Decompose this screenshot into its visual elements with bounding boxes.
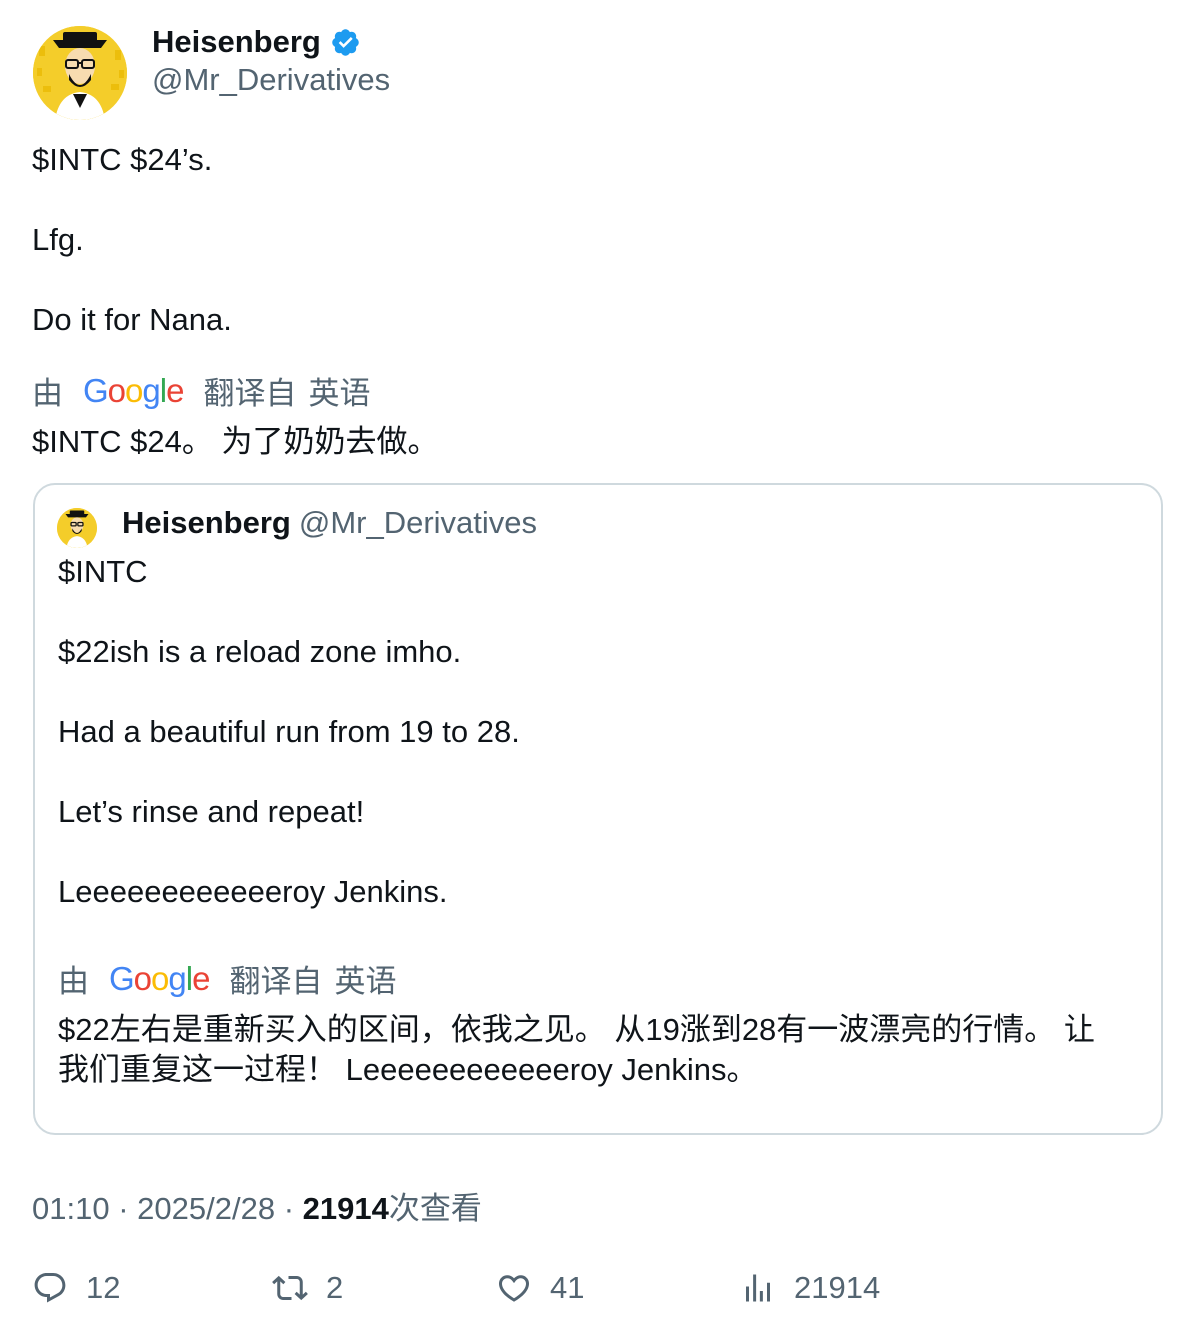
tweet-text-line: $INTC $24’s. <box>32 142 213 177</box>
verified-badge-icon[interactable] <box>330 27 361 58</box>
translated-text: $INTC $24。 为了奶奶去做。 <box>32 424 439 459</box>
quoted-tweet-header: Heisenberg @Mr_Derivatives <box>122 505 537 541</box>
tweet-meta: 01:10 · 2025/2/28 · 21914次查看 <box>32 1183 482 1228</box>
retweet-count: 2 <box>326 1270 344 1305</box>
quoted-text-line: $INTC <box>58 554 148 589</box>
heisenberg-avatar-icon <box>57 508 97 548</box>
quoted-text-line: Let’s rinse and repeat! <box>58 794 365 829</box>
author-name-row: Heisenberg <box>152 22 361 62</box>
retweet-icon <box>272 1275 308 1301</box>
retweet-button[interactable]: 2 <box>272 1270 343 1306</box>
tweet-time[interactable]: 01:10 <box>32 1191 110 1226</box>
google-logo-letter: e <box>192 959 210 997</box>
like-count: 41 <box>550 1270 585 1305</box>
meta-separator: · <box>118 1191 129 1226</box>
views-label: 次查看 <box>388 1191 482 1226</box>
tweet-date[interactable]: 2025/2/28 <box>137 1191 275 1226</box>
translation-attribution[interactable]: 由 Google 翻译自 英语 <box>32 368 370 413</box>
google-logo-letter: G <box>109 959 135 997</box>
quoted-author-avatar <box>57 508 97 548</box>
quoted-translation-attribution[interactable]: 由 Google 翻译自 英语 <box>58 956 396 1001</box>
google-logo-letter: g <box>142 371 160 409</box>
tweet-text-line: Lfg. <box>32 222 84 257</box>
author-handle[interactable]: @Mr_Derivatives <box>152 62 390 98</box>
quoted-author-handle: @Mr_Derivatives <box>298 505 538 540</box>
google-logo-letter: G <box>83 371 109 409</box>
google-logo-letter: e <box>166 371 184 409</box>
google-logo-letter: o <box>125 371 143 409</box>
translation-language: 英语 <box>334 964 397 999</box>
author-name[interactable]: Heisenberg <box>152 24 321 60</box>
heart-icon <box>498 1275 530 1302</box>
tweet-text-line: Do it for Nana. <box>32 302 232 337</box>
quoted-author-name: Heisenberg <box>122 505 291 540</box>
meta-separator: · <box>283 1191 295 1226</box>
translation-suffix: 翻译自 <box>229 964 323 999</box>
author-avatar[interactable] <box>33 26 127 120</box>
like-button[interactable]: 41 <box>496 1270 584 1306</box>
quoted-text-line: Leeeeeeeeeeeeroy Jenkins. <box>58 874 448 909</box>
analytics-icon <box>746 1274 770 1302</box>
heisenberg-avatar-icon <box>33 26 127 120</box>
views-count: 21914 <box>302 1191 389 1226</box>
translation-prefix: 由 <box>58 964 89 999</box>
quoted-text-line: Had a beautiful run from 19 to 28. <box>58 714 520 749</box>
quoted-translated-text: 我们重复这一过程！ Leeeeeeeeeeeeroy Jenkins。 <box>58 1052 758 1087</box>
quoted-text-line: $22ish is a reload zone imho. <box>58 634 462 669</box>
reply-icon <box>34 1273 66 1303</box>
google-logo: Google <box>83 371 184 410</box>
reply-button[interactable]: 12 <box>32 1270 120 1306</box>
google-logo-letter: o <box>107 371 126 409</box>
translation-prefix: 由 <box>32 376 63 411</box>
google-logo: Google <box>109 959 210 998</box>
google-logo-letter: o <box>133 959 152 997</box>
views-button[interactable]: 21914 <box>740 1270 880 1306</box>
translation-suffix: 翻译自 <box>203 376 297 411</box>
translation-language: 英语 <box>308 376 371 411</box>
reply-count: 12 <box>86 1270 121 1305</box>
views-action-count: 21914 <box>794 1270 881 1305</box>
quoted-translated-text: $22左右是重新买入的区间，依我之见。 从19涨到28有一波漂亮的行情。 让 <box>58 1012 1095 1047</box>
google-logo-letter: o <box>151 959 169 997</box>
google-logo-letter: g <box>168 959 186 997</box>
